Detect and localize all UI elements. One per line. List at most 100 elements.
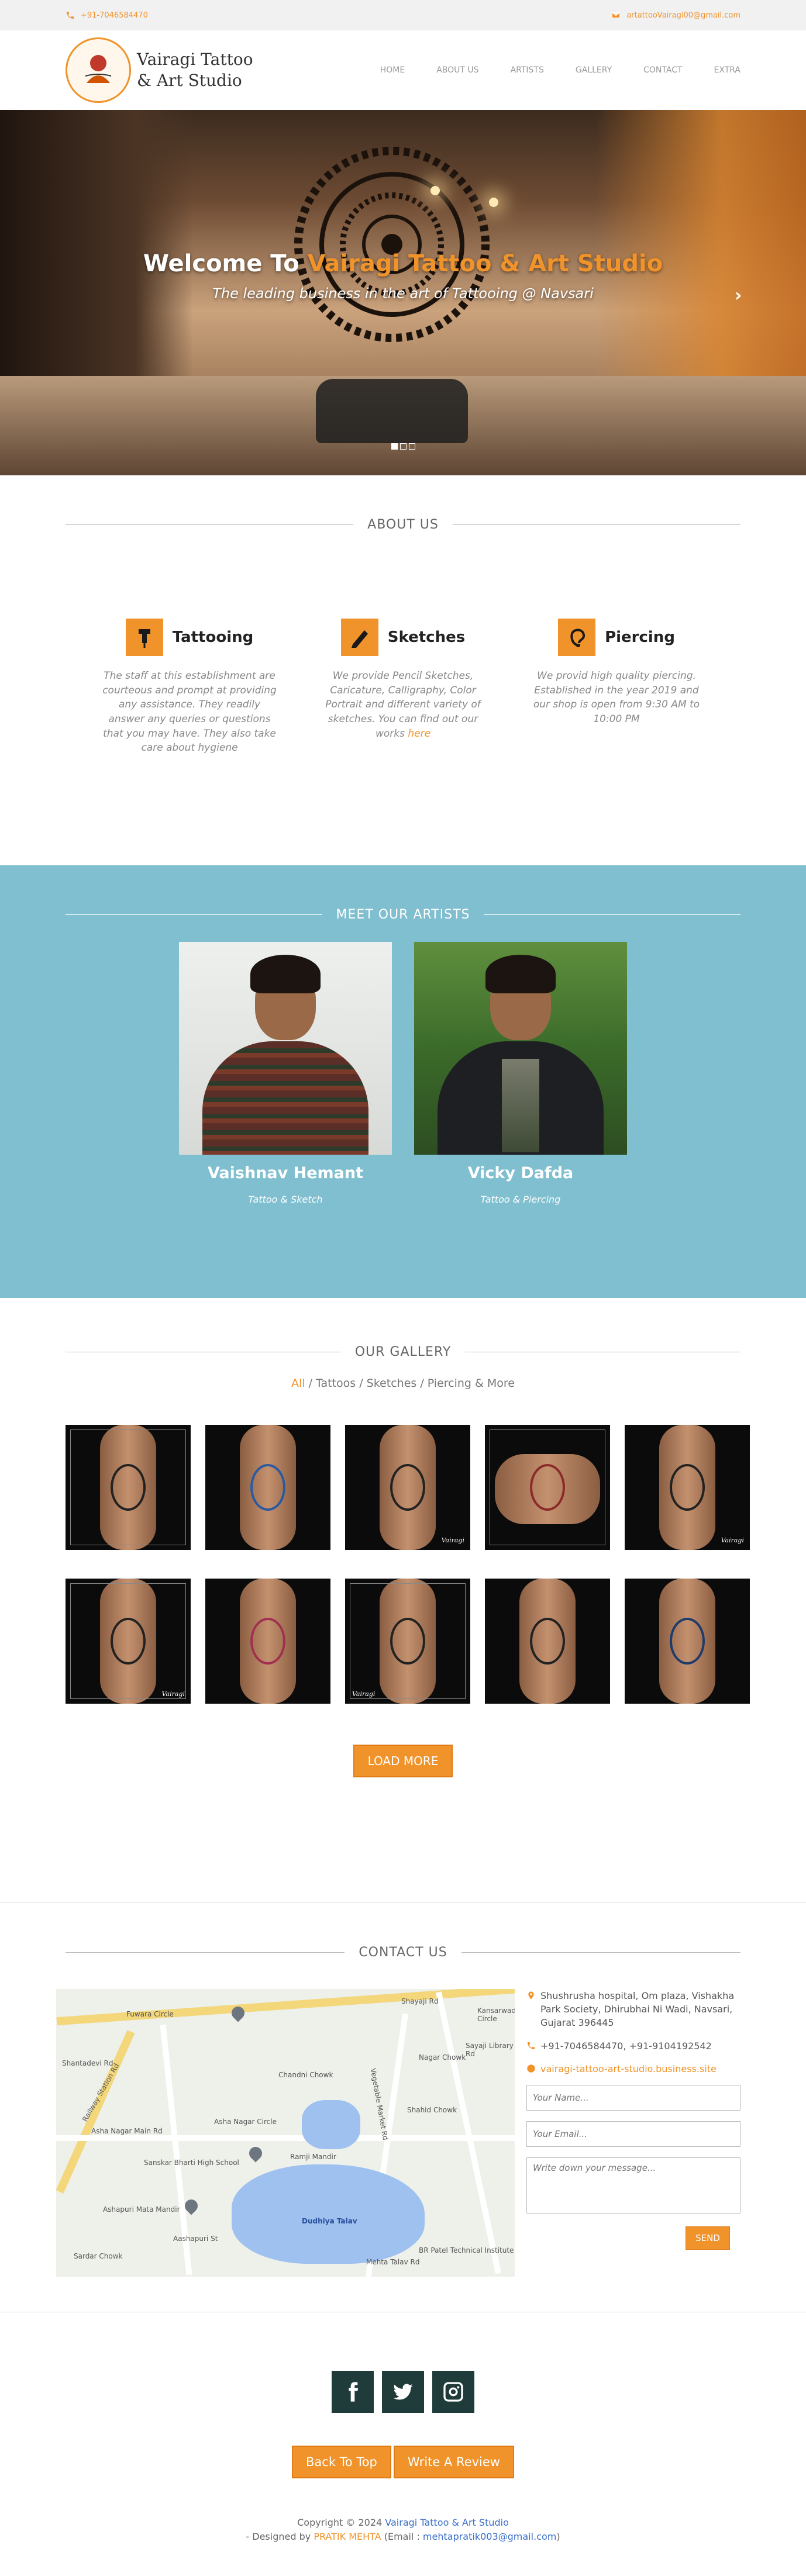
designer-email[interactable]: mehtapratik003@gmail.com [423,2531,556,2542]
artist-card[interactable]: Vicky Dafda Tattoo & Piercing [414,942,627,1205]
name-input[interactable] [526,2084,740,2111]
location-map[interactable]: Shayaji Rd Fuwara Circle Shantadevi Rd R… [56,1989,515,2277]
artist-photo [179,942,392,1155]
email-input[interactable] [526,2121,740,2147]
website-link[interactable]: vairagi-tattoo-art-studio.business.site [540,2062,717,2076]
ceiling-lamp [489,198,498,207]
service-title: Sketches [387,629,466,646]
site-footer: Back To Top Write A Review Copyright © 2… [0,2312,806,2563]
services-list: Tattooing The staff at this establishmen… [66,619,740,755]
filter-all[interactable]: All [291,1377,305,1390]
social-links [0,2371,806,2413]
artist-name: Vicky Dafda [467,1164,574,1182]
artists-heading: MEET OUR ARTISTS [66,907,741,922]
divider [66,1952,345,1953]
section-title: MEET OUR ARTISTS [336,907,470,922]
phone-number: +91-7046584470 [81,11,148,20]
facebook-icon[interactable] [332,2371,374,2413]
artist-photo [414,942,627,1155]
ceiling-lamp [430,186,440,195]
slide-dot[interactable] [391,443,398,450]
next-slide-arrow-icon[interactable]: › [735,285,752,306]
service-piercing: Piercing We provid high quality piercing… [529,619,704,755]
artist-card[interactable]: Vaishnav Hemant Tattoo & Sketch [179,942,392,1205]
divider [484,914,741,915]
brand[interactable]: Vairagi Tattoo & Art Studio [66,37,260,103]
map-label: Nagar Chowk [419,2053,466,2062]
divider [452,524,740,525]
load-more-button[interactable]: LOAD MORE [353,1745,453,1777]
phone-numbers[interactable]: +91-7046584470, +91-9104192542 [540,2039,712,2053]
sketches-here-link[interactable]: here [408,728,430,740]
gallery-image[interactable] [205,1579,330,1704]
hero-title-prefix: Welcome To [143,250,299,277]
map-label: Sanskar Bharti High School [144,2159,239,2167]
watermark: Vairagi [721,1536,744,1544]
service-tattooing: Tattooing The staff at this establishmen… [102,619,277,755]
location-pin-icon [528,1991,534,2000]
globe-icon [527,2064,535,2073]
copyright: Copyright © 2024 Vairagi Tattoo & Art St… [0,2516,806,2544]
nav-home[interactable]: HOME [380,65,405,75]
artist-role: Tattoo & Sketch [248,1194,323,1205]
artist-role: Tattoo & Piercing [480,1194,561,1205]
email-label: (Email : [384,2531,420,2542]
map-label: Kansarwad Circle [477,2007,515,2023]
service-text-body: We provide Pencil Sketches, Caricature, … [325,670,481,740]
back-to-top-button[interactable]: Back To Top [292,2446,391,2478]
slide-dot[interactable] [408,443,415,450]
section-title: ABOUT US [367,517,439,532]
email-contact[interactable]: artattooVairagi00@gmail.com [611,11,740,20]
gallery-image[interactable] [485,1425,610,1550]
designed-by-label: - Designed by [246,2531,311,2542]
contact-section: CONTACT US Shayaji Rd Fuwara Circle Shan… [0,1902,806,2312]
gallery-image[interactable] [66,1425,191,1550]
filter-categories[interactable]: / Tattoos / Sketches / Piercing & More [305,1377,515,1390]
message-textarea[interactable] [526,2157,740,2214]
phone-icon [67,12,74,19]
map-label: Sayaji Library Rd [466,2042,514,2058]
hero-caption: Welcome To Vairagi Tattoo & Art Studio T… [0,250,806,302]
copyright-studio-link[interactable]: Vairagi Tattoo & Art Studio [385,2517,509,2528]
phone-line: +91-7046584470, +91-9104192542 [526,2039,740,2053]
hero-slider: Welcome To Vairagi Tattoo & Art Studio T… [0,110,806,475]
brand-name: Vairagi Tattoo & Art Studio [137,49,253,90]
map-label: Shahid Chowk [407,2106,457,2114]
map-label: Fuwara Circle [126,2010,174,2018]
gallery-image[interactable] [485,1579,610,1704]
watermark: Vairagi [441,1536,464,1544]
gallery-heading: OUR GALLERY [66,1345,740,1359]
write-review-button[interactable]: Write A Review [393,2446,514,2478]
artists-section: MEET OUR ARTISTS Vaishnav Hemant Tattoo … [0,865,806,1298]
gallery-image[interactable] [205,1425,330,1550]
nav-extra[interactable]: EXTRA [714,65,740,75]
gallery-image[interactable]: Vairagi [345,1579,470,1704]
gallery-image[interactable] [625,1579,750,1704]
phone-contact[interactable]: +91-7046584470 [66,11,148,20]
nav-artists[interactable]: ARTISTS [511,65,544,75]
map-label: Shantadevi Rd [62,2059,113,2067]
map-label: Mehta Talav Rd [366,2258,420,2266]
hero-title: Welcome To Vairagi Tattoo & Art Studio [0,250,806,277]
slide-dot[interactable] [399,443,407,450]
address-line: Shushrusha hospital, Om plaza, Vishakha … [526,1989,740,2030]
service-title: Piercing [605,629,675,646]
nav-about-us[interactable]: ABOUT US [436,65,478,75]
service-sketches: Sketches We provide Pencil Sketches, Car… [315,619,491,755]
gallery-image[interactable]: Vairagi [66,1579,191,1704]
gallery-image[interactable]: Vairagi [625,1425,750,1550]
gallery-image[interactable]: Vairagi [345,1425,470,1550]
about-section: ABOUT US Tattooing The staff at this est… [0,475,806,865]
designer-name[interactable]: PRATIK MEHTA [314,2531,381,2542]
tattoo-machine-icon [125,619,163,656]
nav-gallery[interactable]: GALLERY [576,65,612,75]
lake [232,2164,425,2264]
instagram-icon[interactable] [432,2371,474,2413]
slider-dots [0,443,806,450]
section-title: OUR GALLERY [354,1345,452,1359]
send-button[interactable]: SEND [686,2226,730,2250]
watermark: Vairagi [161,1690,185,1698]
twitter-icon[interactable] [382,2371,424,2413]
nav-contact[interactable]: CONTACT [643,65,682,75]
map-label: Ashapuri Mata Mandir [103,2205,180,2214]
